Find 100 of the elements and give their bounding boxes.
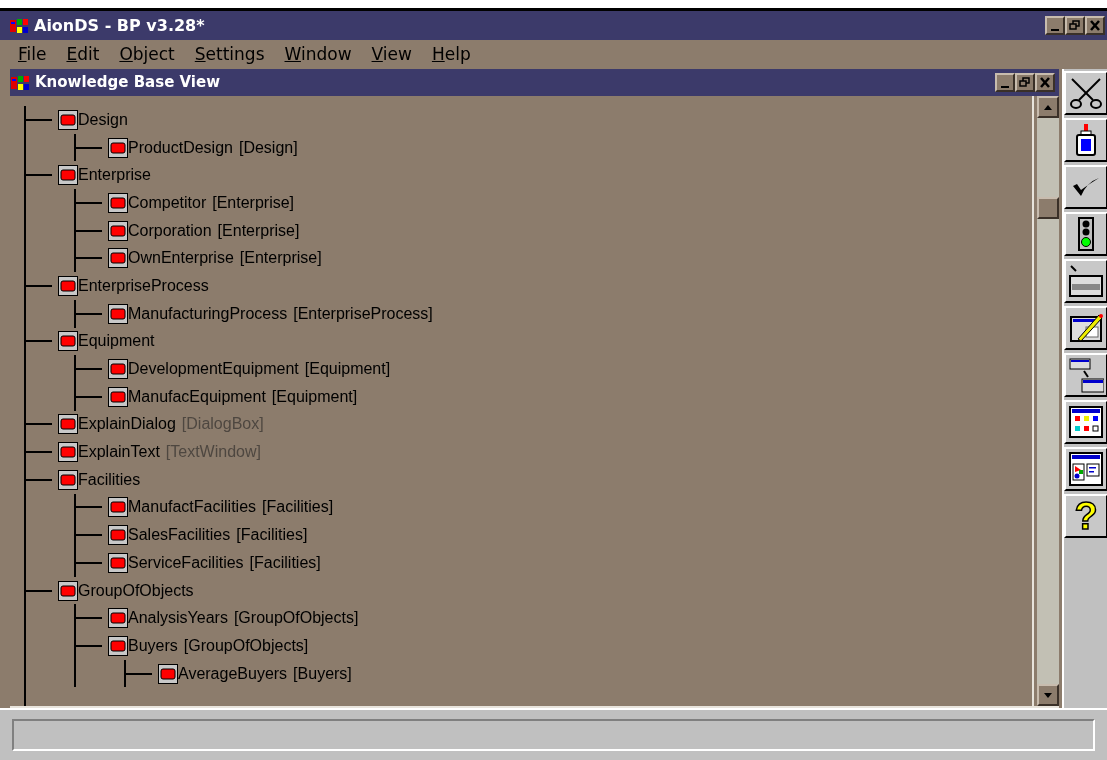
layout-window-icon — [1069, 452, 1103, 486]
traffic-light-icon — [1078, 217, 1094, 251]
menu-item[interactable]: View — [371, 41, 412, 68]
tree-item[interactable]: Design — [78, 107, 128, 132]
close-button[interactable] — [1085, 16, 1105, 35]
tree-item[interactable]: ManufactFacilities — [128, 495, 257, 520]
object-icon — [58, 580, 78, 601]
form-transfer-icon — [1068, 357, 1104, 393]
tree-item[interactable]: ExplainText — [78, 440, 160, 465]
class-label: [TextWindow] — [165, 442, 261, 463]
menu-item[interactable]: Window — [284, 41, 352, 68]
up-arrow-icon — [1044, 104, 1052, 110]
tree-item[interactable]: Buyers — [128, 633, 178, 658]
tool-button[interactable] — [1064, 400, 1107, 444]
object-icon — [108, 525, 128, 546]
minimize-icon — [1001, 85, 1009, 88]
class-label: [Facilities] — [262, 497, 334, 518]
object-icon — [58, 165, 78, 186]
app-logo-icon — [11, 74, 31, 91]
printer-icon — [1068, 264, 1104, 298]
tree-item[interactable]: SalesFacilities — [128, 523, 231, 548]
tool-button[interactable] — [1064, 353, 1107, 397]
tree-item[interactable]: ManufacturingProcess — [128, 301, 288, 326]
class-label: [Equipment] — [271, 386, 358, 407]
minimize-icon — [1051, 28, 1059, 31]
class-label: [GroupOfObjects] — [233, 608, 359, 629]
glue-bottle-icon — [1074, 123, 1098, 157]
scroll-up-button[interactable] — [1037, 96, 1059, 118]
class-label: [Facilities] — [249, 552, 321, 573]
tree-item[interactable]: Competitor — [128, 190, 207, 215]
restore-icon — [1019, 77, 1031, 88]
restore-icon — [1069, 20, 1081, 31]
restore-button[interactable] — [1015, 73, 1035, 92]
tree-item[interactable]: GroupOfObjects — [78, 578, 194, 603]
tree-item[interactable]: ManufacEquipment — [128, 384, 266, 409]
object-icon — [158, 663, 178, 684]
object-icon — [58, 442, 78, 463]
menu-item[interactable]: Settings — [194, 41, 265, 68]
down-arrow-icon — [1044, 692, 1052, 698]
tree-item[interactable]: DevelopmentEquipment — [128, 357, 299, 382]
scroll-down-button[interactable] — [1037, 684, 1059, 706]
class-label: [Equipment] — [304, 359, 391, 380]
object-icon — [108, 220, 128, 241]
close-icon — [1039, 77, 1051, 88]
menu-item[interactable]: Object — [119, 41, 175, 68]
menu-item[interactable]: File — [18, 41, 47, 68]
restore-button[interactable] — [1065, 16, 1085, 35]
tool-button[interactable] — [1064, 71, 1107, 115]
tool-button[interactable] — [1064, 306, 1107, 350]
object-icon — [58, 469, 78, 490]
class-label: [Enterprise] — [212, 192, 295, 213]
menu-item[interactable]: Help — [431, 41, 471, 68]
menu-item[interactable]: Edit — [66, 41, 100, 68]
tool-button[interactable] — [1064, 447, 1107, 491]
child-window-title: Knowledge Base View — [35, 72, 221, 94]
class-label: [Enterprise] — [239, 248, 322, 269]
object-icon — [108, 192, 128, 213]
object-icon — [108, 137, 128, 158]
tool-button[interactable] — [1064, 118, 1107, 162]
tree-item[interactable]: ServiceFacilities — [128, 550, 244, 575]
tree-item[interactable]: Enterprise — [78, 163, 151, 188]
window-title: AionDS - BP v3.28* — [34, 14, 205, 37]
tool-button[interactable] — [1064, 165, 1107, 209]
tree-item[interactable]: AnalysisYears — [128, 606, 228, 631]
tool-button[interactable] — [1064, 259, 1107, 303]
object-icon — [108, 497, 128, 518]
object-icon — [108, 552, 128, 573]
class-label: [DialogBox] — [181, 414, 264, 435]
app-logo-icon — [10, 17, 30, 34]
help-icon: ? — [1074, 497, 1098, 535]
minimize-button[interactable] — [995, 73, 1015, 92]
class-label: [Buyers] — [293, 663, 352, 684]
class-label: [Design] — [238, 137, 298, 158]
object-icon — [108, 248, 128, 269]
tree-item[interactable]: EnterpriseProcess — [78, 273, 209, 298]
tree-item[interactable]: ProductDesign — [128, 135, 233, 160]
color-grid-icon — [1069, 406, 1103, 438]
class-label: [EnterpriseProcess] — [293, 303, 433, 324]
tool-button[interactable] — [1064, 212, 1107, 256]
scissors-icon — [1069, 76, 1103, 110]
class-label: [Enterprise] — [217, 220, 300, 241]
minimize-button[interactable] — [1045, 16, 1065, 35]
object-icon — [58, 331, 78, 352]
tree-item[interactable]: AverageBuyers — [178, 661, 288, 686]
object-icon — [108, 303, 128, 324]
tree-item[interactable]: Facilities — [78, 467, 141, 492]
tree-item[interactable]: Corporation — [128, 218, 212, 243]
tree-item[interactable]: Equipment — [78, 329, 155, 354]
close-button[interactable] — [1035, 73, 1055, 92]
tree-item[interactable]: ExplainDialog — [78, 412, 176, 437]
scroll-thumb[interactable] — [1037, 197, 1059, 219]
class-label: [GroupOfObjects] — [183, 635, 309, 656]
tree-item[interactable]: OwnEnterprise — [128, 246, 234, 271]
form-edit-icon — [1068, 311, 1104, 345]
scrollbar[interactable] — [1037, 96, 1059, 706]
object-icon — [108, 386, 128, 407]
object-icon — [108, 635, 128, 656]
object-icon — [108, 359, 128, 380]
object-icon — [108, 608, 128, 629]
close-icon — [1089, 20, 1101, 31]
